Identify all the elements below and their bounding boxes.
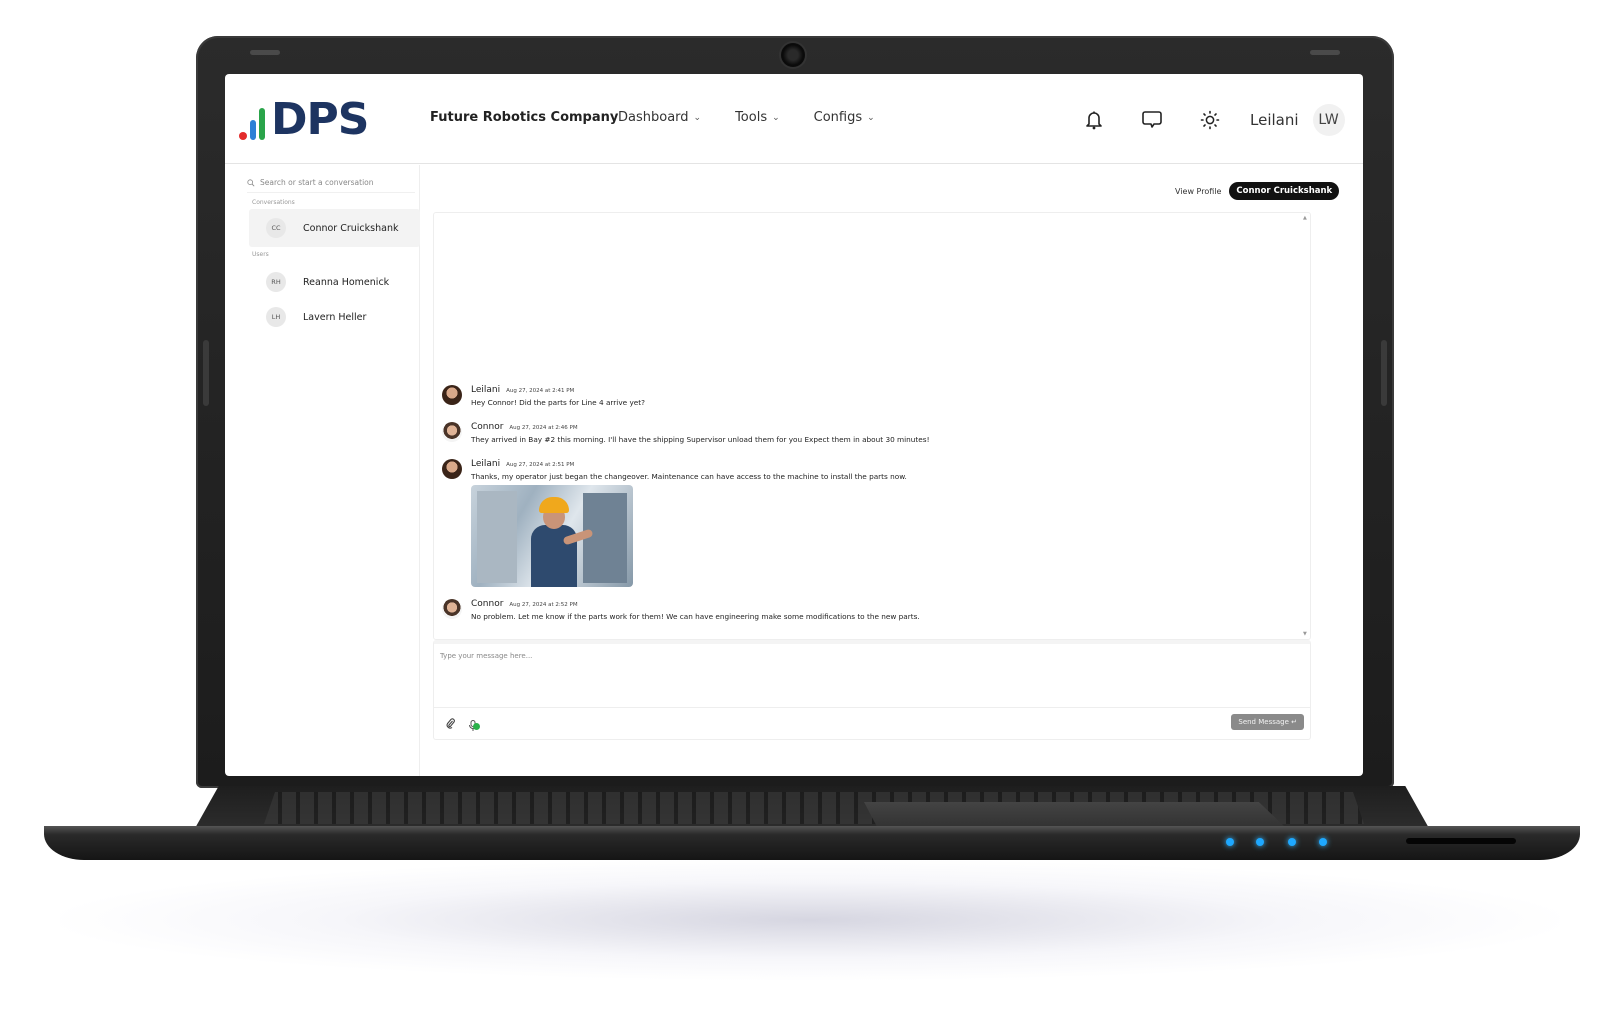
conversation-search[interactable]: Search or start a conversation bbox=[247, 173, 415, 193]
message-input[interactable] bbox=[434, 644, 1310, 708]
user-avatar[interactable]: LW bbox=[1312, 104, 1345, 136]
current-user-name[interactable]: Leilani bbox=[1250, 111, 1299, 129]
laptop-shadow bbox=[60, 860, 1560, 980]
company-name: Future Robotics Company bbox=[430, 110, 619, 125]
logo-bar-green bbox=[259, 108, 265, 140]
scroll-up-icon[interactable]: ▲ bbox=[1303, 215, 1307, 221]
message-timestamp: Aug 27, 2024 at 2:46 PM bbox=[509, 425, 578, 431]
lid-vent-left bbox=[250, 50, 280, 55]
scroll-down-icon[interactable]: ▼ bbox=[1303, 631, 1307, 637]
conversations-heading: Conversations bbox=[252, 199, 295, 206]
chat-bubble-icon bbox=[1142, 111, 1162, 128]
nav-label: Tools bbox=[735, 110, 768, 125]
message-text: Hey Connor! Did the parts for Line 4 arr… bbox=[471, 398, 645, 407]
chevron-down-icon: ⌄ bbox=[693, 112, 702, 123]
top-header: DPS Future Robotics Company Dashboard ⌄ … bbox=[225, 74, 1363, 164]
contact-initials: RH bbox=[266, 272, 286, 292]
microphone-icon[interactable] bbox=[468, 717, 482, 731]
nav-label: Configs bbox=[813, 110, 863, 125]
image-machine-right bbox=[583, 493, 627, 583]
message-item: Connor Aug 27, 2024 at 2:52 PM No proble… bbox=[442, 599, 920, 621]
search-icon bbox=[247, 178, 255, 186]
message-image-attachment[interactable] bbox=[471, 485, 633, 587]
contact-name: Lavern Heller bbox=[303, 311, 367, 323]
chevron-down-icon: ⌄ bbox=[867, 112, 875, 123]
user-item[interactable]: RH Reanna Homenick bbox=[249, 263, 420, 301]
chat-topbar: View Profile Connor Cruickshank bbox=[1175, 182, 1340, 200]
paperclip-icon[interactable] bbox=[446, 718, 455, 732]
user-item[interactable]: LH Lavern Heller bbox=[249, 298, 420, 336]
message-item: Connor Aug 27, 2024 at 2:46 PM They arri… bbox=[442, 422, 930, 444]
search-placeholder: Search or start a conversation bbox=[260, 178, 374, 187]
sender-avatar bbox=[442, 385, 462, 405]
logo-bar-red bbox=[239, 132, 247, 140]
status-led bbox=[1256, 838, 1264, 846]
sender-name: Connor bbox=[471, 422, 504, 432]
nav-dashboard[interactable]: Dashboard ⌄ bbox=[618, 110, 701, 125]
contact-initials: CC bbox=[266, 218, 286, 238]
message-composer: Send Message ↵ bbox=[433, 640, 1311, 740]
logo-text: DPS bbox=[271, 94, 369, 145]
conversation-sidebar: Search or start a conversation Conversat… bbox=[225, 165, 420, 776]
message-text: Thanks, my operator just began the chang… bbox=[471, 472, 907, 481]
theme-toggle-button[interactable] bbox=[1196, 106, 1224, 134]
message-text: No problem. Let me know if the parts wor… bbox=[471, 612, 920, 621]
sender-name: Connor bbox=[471, 599, 504, 609]
sun-icon bbox=[1200, 110, 1220, 130]
contact-name: Connor Cruickshank bbox=[303, 222, 399, 234]
chevron-down-icon: ⌄ bbox=[772, 112, 780, 123]
contact-name: Reanna Homenick bbox=[303, 276, 390, 288]
dps-logo[interactable]: DPS bbox=[239, 94, 369, 145]
contact-initials: LH bbox=[266, 307, 286, 327]
laptop-base bbox=[44, 786, 1580, 878]
message-timestamp: Aug 27, 2024 at 2:51 PM bbox=[506, 462, 575, 468]
app-screen: DPS Future Robotics Company Dashboard ⌄ … bbox=[225, 74, 1363, 776]
image-hard-hat bbox=[539, 497, 569, 513]
sender-name: Leilani bbox=[471, 459, 501, 469]
send-message-button[interactable]: Send Message ↵ bbox=[1231, 714, 1304, 730]
sender-avatar bbox=[442, 599, 462, 619]
image-machine-left bbox=[477, 491, 517, 583]
status-led bbox=[1319, 838, 1327, 846]
logo-bar-blue bbox=[250, 120, 256, 140]
view-profile-link[interactable]: View Profile bbox=[1175, 187, 1221, 196]
nav-configs[interactable]: Configs ⌄ bbox=[814, 110, 875, 125]
lid-vent-right bbox=[1310, 50, 1340, 55]
notifications-button[interactable] bbox=[1080, 106, 1108, 134]
sender-avatar bbox=[442, 422, 462, 442]
card-slot bbox=[1406, 838, 1516, 844]
message-item: Leilani Aug 27, 2024 at 2:41 PM Hey Conn… bbox=[442, 385, 645, 407]
sender-avatar bbox=[442, 459, 462, 479]
message-text: They arrived in Bay #2 this morning. I'l… bbox=[471, 435, 930, 444]
users-heading: Users bbox=[252, 251, 269, 258]
message-item: Leilani Aug 27, 2024 at 2:51 PM Thanks, … bbox=[442, 459, 907, 587]
main-nav: Dashboard ⌄ Tools ⌄ Configs ⌄ bbox=[618, 110, 875, 125]
message-thread[interactable]: ▲ ▼ Leilani Aug 27, 2024 at 2:41 PM Hey … bbox=[433, 212, 1311, 640]
nav-label: Dashboard bbox=[618, 110, 689, 125]
sender-name: Leilani bbox=[471, 385, 501, 395]
messages-button[interactable] bbox=[1138, 106, 1166, 134]
base-front-edge bbox=[44, 826, 1580, 860]
lid-side-right bbox=[1381, 340, 1387, 406]
status-led bbox=[1226, 838, 1234, 846]
active-contact-pill[interactable]: Connor Cruickshank bbox=[1229, 182, 1340, 200]
status-led bbox=[1288, 838, 1296, 846]
webcam bbox=[781, 43, 805, 67]
mic-status-dot bbox=[473, 723, 480, 730]
message-timestamp: Aug 27, 2024 at 2:41 PM bbox=[506, 388, 575, 394]
header-actions: Leilani LW bbox=[1080, 104, 1345, 136]
message-timestamp: Aug 27, 2024 at 2:52 PM bbox=[509, 602, 578, 608]
thread-scrollbar[interactable]: ▲ ▼ bbox=[1303, 215, 1309, 637]
trackpad bbox=[864, 802, 1284, 826]
lid-side-left bbox=[203, 340, 209, 406]
bell-icon bbox=[1086, 111, 1102, 130]
nav-tools[interactable]: Tools ⌄ bbox=[735, 110, 780, 125]
conversation-item[interactable]: CC Connor Cruickshank bbox=[249, 209, 420, 247]
